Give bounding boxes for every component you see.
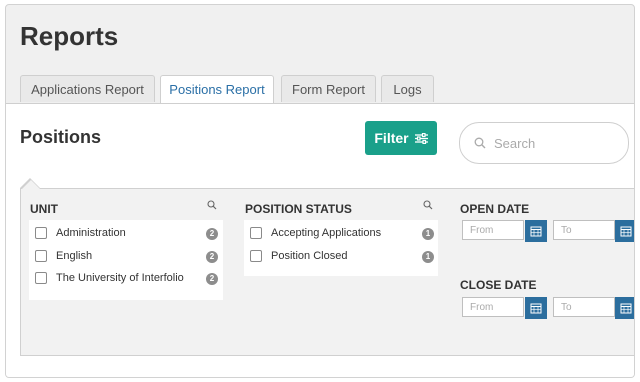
unit-item-label: English — [56, 250, 93, 262]
checkbox[interactable] — [35, 250, 47, 262]
reports-window: Reports Applications Report Positions Re… — [5, 4, 635, 378]
unit-item-english[interactable]: English — [35, 247, 92, 265]
search-icon — [474, 137, 486, 149]
position-status-list: Accepting Applications 1 Position Closed… — [244, 220, 438, 276]
calendar-icon[interactable] — [615, 297, 634, 319]
page-title: Reports — [20, 21, 119, 51]
status-item-accepting[interactable]: Accepting Applications — [250, 224, 381, 242]
status-item-closed[interactable]: Position Closed — [250, 247, 347, 265]
status-search-icon[interactable] — [423, 200, 433, 210]
tab-positions-report[interactable]: Positions Report — [160, 75, 274, 104]
status-item-label: Accepting Applications — [271, 227, 382, 239]
count-badge: 1 — [422, 228, 434, 240]
unit-item-label: The University of Interfolio — [56, 272, 184, 284]
tab-logs[interactable]: Logs — [381, 75, 434, 102]
checkbox[interactable] — [250, 227, 262, 239]
calendar-icon[interactable] — [525, 297, 547, 319]
tab-form-report[interactable]: Form Report — [281, 75, 376, 102]
unit-list: Administration 2 English 2 The Universit… — [29, 220, 223, 300]
close-date-to-input[interactable]: To — [553, 297, 615, 317]
unit-search-icon[interactable] — [207, 200, 217, 210]
open-date-range: From To — [462, 220, 634, 242]
calendar-icon[interactable] — [615, 220, 634, 242]
panel-caret-inner — [22, 180, 40, 189]
filter-button[interactable]: Filter — [365, 121, 437, 155]
close-date-title: CLOSE DATE — [460, 278, 537, 292]
checkbox[interactable] — [250, 250, 262, 262]
section-title: Positions — [20, 127, 102, 147]
positions-report-content: Positions Filter Search UNIT Administrat… — [6, 103, 634, 377]
search-placeholder: Search — [494, 135, 536, 151]
calendar-icon[interactable] — [525, 220, 547, 242]
filter-panel: UNIT Administration 2 English 2 The Univ… — [20, 180, 634, 356]
checkbox[interactable] — [35, 227, 47, 239]
unit-item-administration[interactable]: Administration — [35, 224, 126, 242]
unit-title: UNIT — [30, 202, 58, 216]
position-status-title: POSITION STATUS — [245, 202, 352, 216]
filter-button-label: Filter — [374, 130, 409, 146]
search-input[interactable]: Search — [459, 122, 629, 164]
unit-item-label: Administration — [56, 227, 126, 239]
tab-applications-report[interactable]: Applications Report — [20, 75, 155, 102]
open-date-to-input[interactable]: To — [553, 220, 615, 240]
count-badge: 1 — [422, 251, 434, 263]
count-badge: 2 — [206, 251, 218, 263]
open-date-from-input[interactable]: From — [462, 220, 524, 240]
count-badge: 2 — [206, 228, 218, 240]
close-date-from-input[interactable]: From — [462, 297, 524, 317]
unit-item-university[interactable]: The University of Interfolio — [35, 269, 184, 287]
open-date-title: OPEN DATE — [460, 202, 530, 216]
status-item-label: Position Closed — [271, 250, 348, 262]
sliders-icon — [414, 132, 428, 144]
count-badge: 2 — [206, 273, 218, 285]
close-date-range: From To — [462, 297, 634, 319]
checkbox[interactable] — [35, 272, 47, 284]
